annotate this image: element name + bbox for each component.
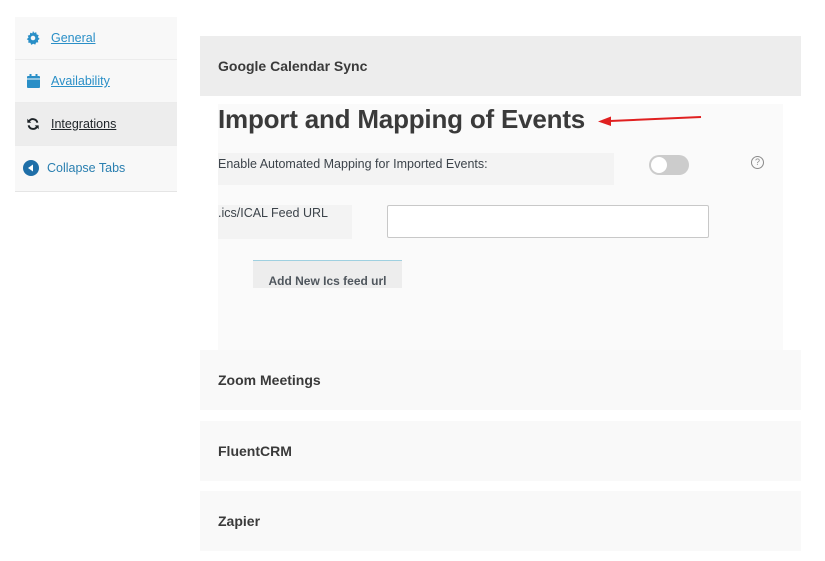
zoom-meetings-header[interactable]: Zoom Meetings: [200, 350, 801, 410]
settings-sidebar: General Availability Integrations Collap…: [15, 17, 177, 192]
panel-title: FluentCRM: [218, 443, 292, 459]
enable-mapping-label: Enable Automated Mapping for Imported Ev…: [218, 157, 488, 171]
toggle-knob: [651, 157, 667, 173]
fluentcrm-header[interactable]: FluentCRM: [200, 421, 801, 481]
panel-title: Zoom Meetings: [218, 372, 321, 388]
panel-title: Zapier: [218, 513, 261, 529]
sync-icon: [25, 116, 41, 132]
collapse-tabs-button[interactable]: Collapse Tabs: [15, 146, 177, 189]
google-calendar-sync-header[interactable]: Google Calendar Sync: [200, 36, 801, 96]
sidebar-item-availability[interactable]: Availability: [15, 60, 177, 103]
section-title: Import and Mapping of Events: [218, 104, 586, 134]
sidebar-item-label: Integrations: [51, 117, 117, 131]
sidebar-item-integrations[interactable]: Integrations: [15, 103, 177, 146]
add-ics-feed-button[interactable]: Add New Ics feed url: [253, 260, 402, 288]
feed-url-input[interactable]: [387, 205, 709, 238]
zapier-header[interactable]: Zapier: [200, 491, 801, 551]
collapse-tabs-label: Collapse Tabs: [47, 160, 126, 175]
collapse-left-icon: [23, 159, 39, 176]
panel-title: Google Calendar Sync: [218, 58, 368, 74]
enable-mapping-toggle[interactable]: [649, 155, 689, 175]
annotation-arrow-icon: [598, 116, 702, 126]
sidebar-item-label: General: [51, 31, 96, 45]
sidebar-item-general[interactable]: General: [15, 17, 177, 60]
sidebar-item-label: Availability: [51, 74, 110, 88]
feed-url-label: .ics/ICAL Feed URL: [218, 206, 328, 220]
gear-icon: [25, 30, 41, 46]
calendar-icon: [25, 73, 41, 89]
question-circle-icon[interactable]: ?: [751, 156, 764, 169]
